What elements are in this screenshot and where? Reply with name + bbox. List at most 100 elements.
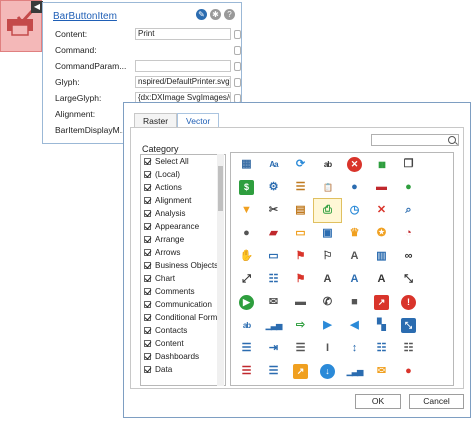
item-thumbnail[interactable]: ◀ (0, 0, 43, 52)
gallery-cell[interactable]: ↓ (314, 360, 341, 383)
scrollbar-thumb[interactable] (218, 166, 223, 211)
gallery-cell[interactable]: ▁▃▅ (341, 360, 368, 383)
gallery-cell[interactable]: ▬ (287, 291, 314, 314)
gallery-cell[interactable]: ▚ (368, 314, 395, 337)
category-item[interactable]: Data (141, 363, 225, 376)
checkbox[interactable] (144, 223, 151, 230)
category-item[interactable]: Actions (141, 181, 225, 194)
gallery-cell[interactable]: 📋 (314, 176, 341, 199)
gallery-cell[interactable]: ▥ (368, 245, 395, 268)
gallery-cell[interactable]: ■ (341, 291, 368, 314)
gallery-cell[interactable]: ⚙ (260, 176, 287, 199)
gallery-cell[interactable]: $ (233, 176, 260, 199)
gallery-cell[interactable]: ▭ (260, 245, 287, 268)
gallery-cell[interactable]: ⇨ (287, 314, 314, 337)
category-item[interactable]: Dashboards (141, 350, 225, 363)
category-scrollbar[interactable] (217, 154, 224, 386)
gallery-cell[interactable]: ▣ (314, 222, 341, 245)
content-field[interactable]: Print (135, 28, 231, 40)
checkbox[interactable] (144, 262, 151, 269)
ok-button[interactable]: OK (355, 394, 401, 409)
tab-vector[interactable]: Vector (177, 113, 220, 128)
gallery-cell[interactable]: ⇥ (260, 337, 287, 360)
gallery-cell[interactable]: ▰ (260, 222, 287, 245)
gallery-cell[interactable]: ↕ (341, 337, 368, 360)
gallery-cell[interactable]: ☰ (233, 337, 260, 360)
checkbox[interactable] (144, 210, 151, 217)
gallery-cell[interactable]: ⤡ (395, 314, 422, 337)
glyph-field[interactable]: nspired/DefaultPrinter.svg} (135, 76, 231, 88)
gallery-cell[interactable]: ⚑ (287, 245, 314, 268)
category-item[interactable]: Business Objects (141, 259, 225, 272)
gallery-cell[interactable]: ● (233, 222, 260, 245)
gallery-cell[interactable]: ⚑ (287, 268, 314, 291)
tab-raster[interactable]: Raster (134, 113, 178, 128)
category-item[interactable]: Chart (141, 272, 225, 285)
property-menu-icon[interactable] (234, 45, 241, 55)
panel-title-link[interactable]: BarButtonItem (53, 11, 117, 22)
property-menu-icon[interactable] (234, 77, 241, 87)
gallery-cell[interactable]: ∞ (395, 245, 422, 268)
gallery-cell[interactable]: ☷ (395, 337, 422, 360)
checkbox[interactable] (144, 353, 151, 360)
gallery-cell[interactable]: ◷ (341, 199, 368, 222)
checkbox[interactable] (144, 184, 151, 191)
category-item[interactable]: Analysis (141, 207, 225, 220)
category-item[interactable]: Appearance (141, 220, 225, 233)
search-input[interactable] (371, 134, 459, 146)
gallery-cell[interactable]: ⎙ (313, 198, 342, 223)
gallery-cell[interactable]: ▦ (233, 153, 260, 176)
gallery-cell[interactable]: ✋ (233, 245, 260, 268)
gallery-cell[interactable]: ▶ (314, 314, 341, 337)
gallery-cell[interactable]: ▁▃▅ (260, 314, 287, 337)
checkbox[interactable] (144, 314, 151, 321)
wrench-icon[interactable]: ✎ (196, 9, 207, 20)
gear-icon[interactable]: ✱ (210, 9, 221, 20)
checkbox[interactable] (144, 171, 151, 178)
category-item[interactable]: Arrows (141, 246, 225, 259)
gallery-cell[interactable]: ☰ (287, 337, 314, 360)
gallery-cell[interactable]: ⟳ (287, 153, 314, 176)
gallery-cell[interactable]: ✂ (260, 199, 287, 222)
gallery-cell[interactable]: ☷ (260, 268, 287, 291)
gallery-cell[interactable]: ↗ (368, 291, 395, 314)
checkbox[interactable] (144, 158, 151, 165)
checkbox[interactable] (144, 301, 151, 308)
category-item[interactable]: Select All (141, 155, 225, 168)
gallery-cell[interactable]: A (341, 245, 368, 268)
checkbox[interactable] (144, 236, 151, 243)
category-item[interactable]: (Local) (141, 168, 225, 181)
gallery-cell[interactable]: ! (395, 291, 422, 314)
cancel-button[interactable]: Cancel (409, 394, 464, 409)
gallery-cell[interactable]: ♛ (341, 222, 368, 245)
category-item[interactable]: Conditional Forma (141, 311, 225, 324)
gallery-cell[interactable]: ▤ (287, 199, 314, 222)
property-menu-icon[interactable] (234, 61, 241, 71)
checkbox[interactable] (144, 249, 151, 256)
checkbox[interactable] (144, 288, 151, 295)
gallery-cell[interactable]: ☰ (287, 176, 314, 199)
gallery-cell[interactable]: I (314, 337, 341, 360)
gallery-cell[interactable]: A (368, 268, 395, 291)
gallery-cell[interactable]: ❐ (395, 153, 422, 176)
gallery-cell[interactable]: ✕ (341, 153, 368, 176)
gallery-cell[interactable]: A (341, 268, 368, 291)
command-field[interactable] (135, 44, 231, 56)
gallery-cell[interactable]: ✪ (368, 222, 395, 245)
gallery-cell[interactable]: ⚐ (314, 245, 341, 268)
help-icon[interactable]: ? (224, 9, 235, 20)
gallery-cell[interactable]: ✕ (368, 199, 395, 222)
gallery-cell[interactable]: ☰ (260, 360, 287, 383)
gallery-cell[interactable]: ☷ (368, 337, 395, 360)
category-list[interactable]: Select All (Local) Actions Alignment Ana… (140, 154, 226, 386)
gallery-cell[interactable]: A (314, 268, 341, 291)
category-item[interactable]: Content (141, 337, 225, 350)
gallery-cell[interactable]: ⤢ (233, 268, 260, 291)
gallery-cell[interactable]: ▮▮ (368, 153, 395, 176)
category-item[interactable]: Communication (141, 298, 225, 311)
gallery-cell[interactable]: ab (314, 153, 341, 176)
gallery-cell[interactable]: ✉ (368, 360, 395, 383)
checkbox[interactable] (144, 366, 151, 373)
gallery-cell[interactable]: ✉ (260, 291, 287, 314)
gallery-cell[interactable]: ▬ (368, 176, 395, 199)
